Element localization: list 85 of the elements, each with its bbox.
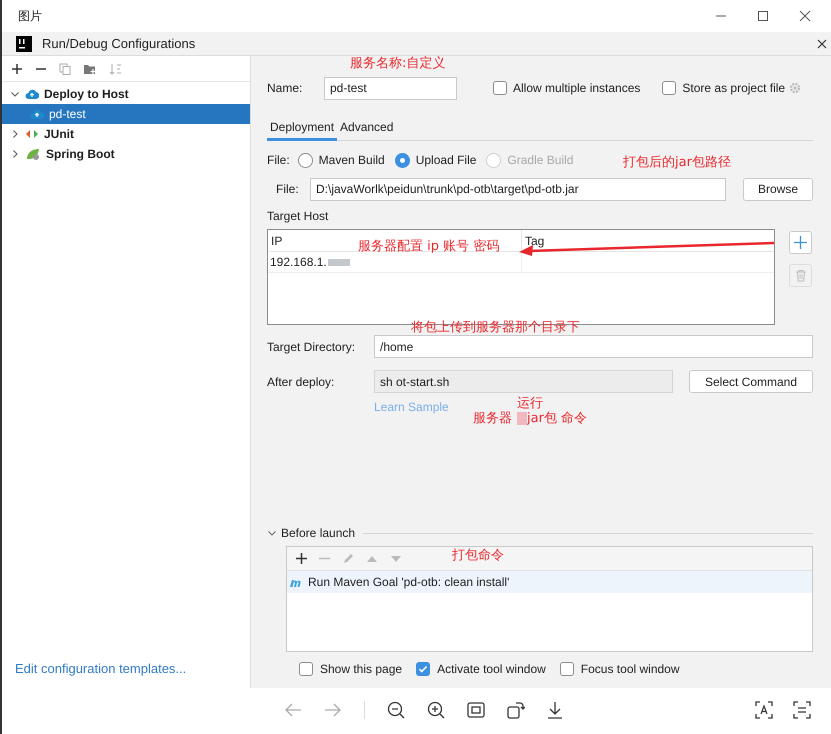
field-label: After deploy: (267, 374, 336, 390)
edit-templates-link[interactable]: Edit configuration templates... (2, 658, 250, 688)
section-label: Target Host (267, 208, 330, 225)
cloud-upload-icon (30, 108, 44, 120)
field-label: File: (267, 152, 290, 169)
radio-button[interactable] (394, 152, 410, 168)
gear-icon (789, 82, 802, 94)
checkbox-label: Allow multiple instances (513, 80, 640, 97)
sort-icon[interactable] (109, 62, 123, 74)
directory-field[interactable]: /home (374, 335, 813, 358)
chevron-down-icon (267, 528, 277, 538)
tree-item[interactable]: pd-test (2, 104, 250, 124)
browse-button[interactable]: Browse (743, 178, 813, 200)
maven-icon (289, 577, 303, 587)
maximize-icon[interactable] (757, 10, 769, 22)
zoom-in-icon[interactable] (427, 701, 445, 719)
field-label: Target Directory: (267, 338, 356, 356)
fit-screen-icon[interactable] (467, 702, 485, 718)
checkbox[interactable] (416, 662, 430, 676)
annotation-note: 服务器配置 ip 账号 密码 (358, 238, 500, 256)
radio-button[interactable] (298, 152, 313, 168)
checkbox-label: Focus tool window (580, 661, 680, 678)
download-icon[interactable] (547, 701, 563, 719)
task-item[interactable]: Run Maven Goal 'pd-otb: clean install' (287, 571, 812, 593)
delete-button[interactable] (789, 264, 812, 287)
select-command-button[interactable]: Select Command (689, 370, 813, 393)
annotation-note: 服务名称:自定义 (350, 55, 446, 73)
chevron-down-icon (10, 89, 20, 99)
rotate-icon[interactable] (507, 701, 525, 719)
copy-icon[interactable] (59, 62, 71, 74)
forward-arrow-icon[interactable] (324, 703, 342, 717)
field-label: Name: (267, 80, 304, 97)
radio-label: Gradle Build (507, 152, 574, 169)
add-button[interactable] (789, 231, 812, 254)
checkbox[interactable] (299, 662, 313, 676)
checkbox[interactable] (662, 81, 676, 95)
folder-icon[interactable] (83, 62, 97, 74)
window-title: 图片 (18, 8, 42, 25)
tree-item[interactable]: Deploy to Host (2, 84, 250, 104)
checkbox-label: Activate tool window (437, 661, 546, 678)
spring-leaf-icon (25, 147, 41, 161)
radio-label: Upload File (416, 152, 476, 169)
text-scan-icon[interactable] (755, 701, 773, 719)
up-triangle-icon[interactable] (366, 554, 378, 562)
redaction-blur (328, 258, 350, 266)
column-header[interactable]: Tag (525, 232, 544, 250)
redaction-blur (517, 412, 527, 425)
checkbox-label: Store as project file (682, 80, 786, 97)
table-cell-text: 192.168.1. (270, 254, 327, 271)
cloud-upload-icon (25, 88, 39, 100)
annotation-note: 打包后的jar包路径 (623, 154, 731, 172)
zoom-out-icon[interactable] (387, 701, 405, 719)
command-field[interactable]: sh ot-start.sh (374, 370, 673, 393)
checkbox-label: Show this page (320, 661, 402, 678)
scan-icon[interactable] (793, 701, 811, 719)
tab[interactable]: Deployment (267, 116, 338, 141)
junit-icon (25, 128, 39, 140)
plus-icon[interactable] (11, 62, 23, 74)
file-path-field[interactable]: D:\javaWorlk\peidun\trunk\pd-otb\target\pd-otb.jar (310, 178, 726, 200)
down-triangle-icon[interactable] (390, 554, 402, 562)
pencil-icon[interactable] (342, 552, 354, 564)
tree-item[interactable]: Spring Boot (2, 144, 250, 164)
tab[interactable]: Advanced (337, 116, 396, 141)
field-label: File: (276, 181, 300, 198)
annotation-note: 打包命令 (452, 547, 504, 565)
section-toggle[interactable]: Before launch (267, 524, 356, 542)
checkbox[interactable] (493, 81, 507, 95)
app-logo-icon (16, 36, 32, 52)
plus-icon (794, 236, 807, 249)
plus-icon[interactable] (296, 553, 307, 564)
tree-item[interactable]: JUnit (2, 124, 250, 144)
radio-label: Maven Build (318, 152, 385, 169)
back-arrow-icon[interactable] (284, 703, 302, 717)
annotation-note: 运行 (517, 395, 543, 412)
checkbox[interactable] (560, 662, 574, 676)
close-icon[interactable] (817, 38, 827, 48)
column-header[interactable]: IP (271, 232, 282, 250)
dialog-title: Run/Debug Configurations (42, 34, 196, 53)
annotation-note: jar包 命令 (527, 410, 588, 428)
annotation-note: 将包上传到服务器那个目录下 (411, 319, 580, 337)
annotation-note: 服务器 (473, 410, 512, 428)
close-icon[interactable] (799, 10, 811, 22)
trash-icon (794, 269, 806, 282)
checkmark-icon (418, 664, 428, 674)
name-field[interactable]: pd-test (324, 76, 457, 100)
